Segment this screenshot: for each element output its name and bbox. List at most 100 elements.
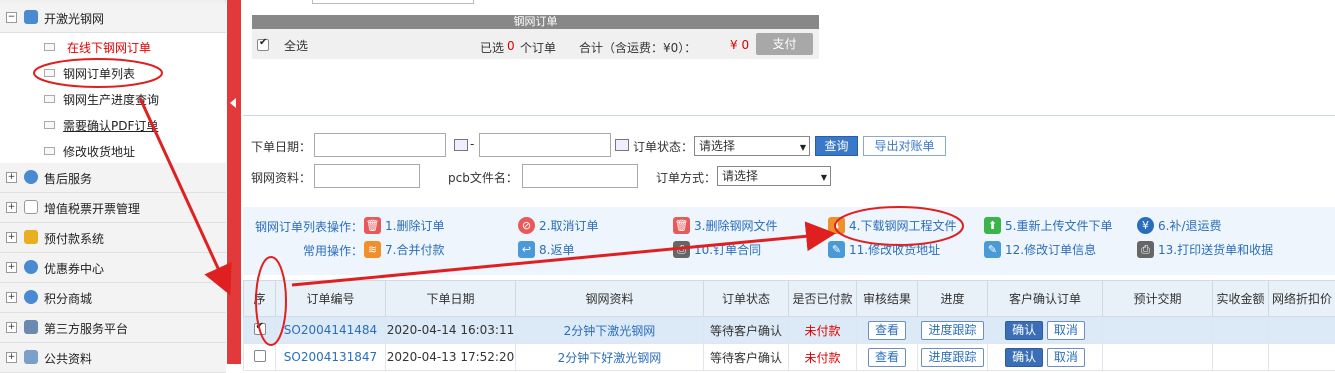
col-header-received: 实收金额 [1213,281,1269,317]
reorder-op[interactable]: ↩8.返单 [518,240,574,258]
doc-icon [44,69,55,77]
coupon-icon [24,260,38,274]
reupload-order-op[interactable]: ⬆5.重新上传文件下单 [984,216,1112,234]
received-cell [1213,317,1269,344]
collapse-icon[interactable]: − [6,12,17,23]
track-progress-button[interactable]: 进度跟踪 [921,321,983,340]
sidebar-group-label: 预付款系统 [44,230,104,247]
platform-icon [24,320,38,334]
expand-icon[interactable]: + [6,292,17,303]
summary-title: 钢网订单 [252,15,819,29]
material-link[interactable]: 2分钟下激光钢网 [516,317,704,344]
download-project-file-op[interactable]: ⬇4.下载钢网工程文件 [828,216,956,234]
points-icon [24,290,38,304]
edit-icon: ✎ [828,241,845,258]
sidebar-group-after-sales[interactable]: + 售后服务 [0,163,226,193]
order-status-select[interactable]: 请选择 [694,136,810,156]
merge-payment-op[interactable]: ≋7.合并付款 [364,240,444,258]
table-row[interactable]: SO2004131847 2020-04-13 17:52:20 2分钟下好激光… [244,344,1335,371]
pcb-filename-input[interactable] [522,164,638,188]
confirm-button[interactable]: 确认 [1005,321,1043,340]
common-ops-label: 常用操作： [303,242,363,259]
sidebar-item-confirm-pdf[interactable]: 需要确认PDF订单 [0,111,226,137]
sidebar-item-online-order[interactable]: 在线下钢网订单 [0,33,226,59]
sidebar-collapse-bar[interactable] [227,0,241,364]
row-checkbox-cell [244,344,276,371]
top-input-partial[interactable] [312,0,474,4]
sidebar-group-label: 开激光钢网 [44,10,104,27]
sidebar-item-progress-query[interactable]: 钢网生产进度查询 [0,85,226,111]
calendar-icon[interactable] [615,139,629,151]
col-header-delivery: 预计交期 [1103,281,1213,317]
order-summary: 全选 已选 0 个订单 合计（含运费：¥0）： ¥ 0 支付 [252,29,819,59]
calendar-icon[interactable] [454,139,468,151]
expand-icon[interactable]: + [6,262,17,273]
select-all-label: 全选 [284,37,308,54]
cancel-button[interactable]: 取消 [1047,321,1085,340]
doc-icon [44,121,55,129]
query-button[interactable]: 查询 [815,136,858,156]
selected-count: 0 [507,39,515,53]
col-header-seq: 序 [244,281,276,317]
op-label: 10.钉单合同 [694,241,761,258]
sidebar-group-invoice[interactable]: + 增值税票开票管理 [0,193,226,223]
document-icon [24,200,38,214]
expand-icon[interactable]: + [6,172,17,183]
edit-address-op[interactable]: ✎11.修改收货地址 [828,240,940,258]
print-delivery-op[interactable]: ⎙13.打印送货单和收据 [1137,240,1273,258]
folder-icon [24,350,38,364]
sidebar-item-order-list[interactable]: 钢网订单列表 [0,59,226,85]
edit-order-info-op[interactable]: ✎12.修改订单信息 [984,240,1096,258]
sidebar-group-public-data[interactable]: + 公共资料 [0,343,226,373]
col-header-material: 钢网资料 [516,281,704,317]
progress-cell: 进度跟踪 [918,317,988,344]
reply-icon: ↩ [518,241,535,258]
paid-status: 未付款 [789,317,857,344]
date-to-input[interactable] [479,133,611,157]
op-label: 4.下载钢网工程文件 [849,217,956,234]
sidebar-item-edit-address[interactable]: 修改收货地址 [0,137,226,163]
expand-icon[interactable]: + [6,322,17,333]
order-method-select[interactable]: 请选择 [717,166,831,186]
contract-op[interactable]: ⎙10.钉单合同 [673,240,761,258]
row-checkbox-cell [244,317,276,344]
row-checkbox[interactable] [254,323,266,335]
expand-icon[interactable]: + [6,202,17,213]
op-label: 13.打印送货单和收据 [1158,241,1273,258]
total-label: 合计（含运费：¥0）： [579,39,696,56]
delivery-cell [1103,344,1213,371]
confirm-cell: 确认 取消 [988,317,1103,344]
cancel-order-op[interactable]: ⊘2.取消订单 [518,216,598,234]
view-button[interactable]: 查看 [868,321,906,340]
order-table: 序 订单编号 下单日期 钢网资料 订单状态 是否已付款 审核结果 进度 客户确认… [243,280,1335,364]
pay-button[interactable]: 支付 [756,33,813,55]
order-no-link[interactable]: SO2004131847 [276,344,386,371]
table-row[interactable]: SO2004141484 2020-04-14 16:03:11 2分钟下激光钢… [244,317,1335,344]
operations-panel: 钢网订单列表操作： 常用操作： 🗑1.删除订单 ⊘2.取消订单 🗑3.删除钢网文… [243,207,1335,275]
material-input[interactable] [314,164,420,188]
chevron-left-icon [230,98,236,108]
material-link[interactable]: 2分钟下好激光钢网 [516,344,704,371]
row-checkbox[interactable] [254,350,266,362]
expand-icon[interactable]: + [6,352,17,363]
sidebar-group-prepay[interactable]: + 预付款系统 [0,223,226,253]
export-statement-button[interactable]: 导出对账单 [863,136,946,156]
delete-order-op[interactable]: 🗑1.删除订单 [364,216,444,234]
sidebar-item-label: 在线下钢网订单 [67,39,151,56]
wallet-icon [24,230,38,244]
order-no-link[interactable]: SO2004141484 [276,317,386,344]
print-icon: ⎙ [673,241,690,258]
sidebar-group-coupon[interactable]: + 优惠券中心 [0,253,226,283]
expand-icon[interactable]: + [6,232,17,243]
sidebar-group-third-party[interactable]: + 第三方服务平台 [0,313,226,343]
sidebar-item-label: 需要确认PDF订单 [63,117,158,134]
yen-icon: ¥ [1137,217,1154,234]
delete-stencil-file-op[interactable]: 🗑3.删除钢网文件 [673,216,777,234]
refund-shipping-op[interactable]: ¥6.补/退运费 [1137,216,1222,234]
sidebar-group-laser-stencil[interactable]: − 开激光钢网 [0,3,226,33]
sidebar-group-points-mall[interactable]: + 积分商城 [0,283,226,313]
col-header-order-no: 订单编号 [276,281,386,317]
op-label: 6.补/退运费 [1158,217,1222,234]
select-all-checkbox[interactable] [257,39,269,51]
date-from-input[interactable] [314,133,446,157]
